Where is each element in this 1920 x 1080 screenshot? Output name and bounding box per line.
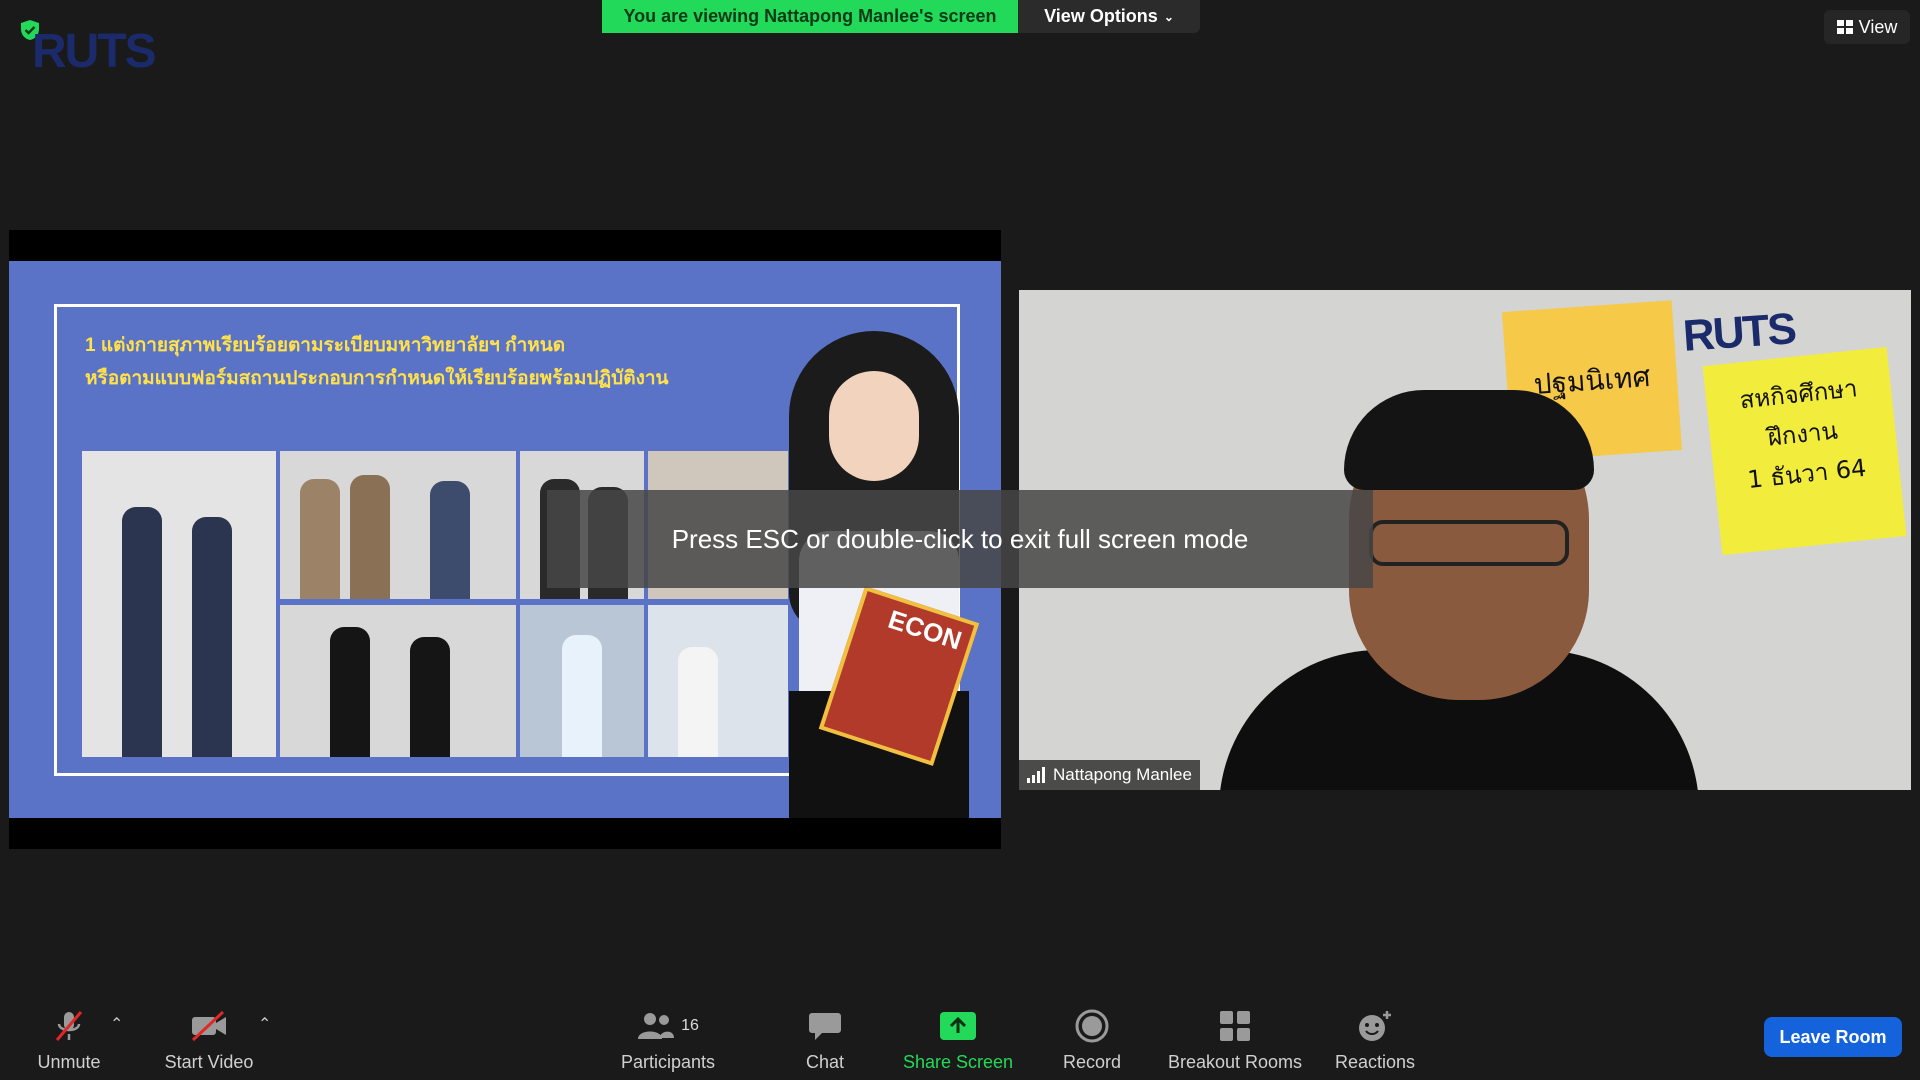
sticky-note-internship: สหกิจศึกษา ฝึกงาน 1 ธันวา 64 xyxy=(1702,346,1907,556)
person-hair xyxy=(1344,390,1594,490)
breakout-rooms-button[interactable]: Breakout Rooms xyxy=(1160,998,1310,1080)
participants-count: 16 xyxy=(681,1017,699,1034)
logo-text: RUTS xyxy=(32,25,157,78)
video-camera-off-icon xyxy=(191,1010,226,1042)
reactions-icon xyxy=(1359,1011,1391,1041)
photo-suit-uniform xyxy=(280,605,516,757)
breakout-rooms-label: Breakout Rooms xyxy=(1167,1052,1303,1072)
chevron-down-icon: ⌄ xyxy=(1163,9,1174,24)
fullscreen-exit-hint: Press ESC or double-click to exit full s… xyxy=(547,490,1373,588)
participants-label: Participants xyxy=(620,1052,716,1072)
video-ruts-logo: RUTS xyxy=(1681,304,1796,362)
share-screen-button[interactable]: Share Screen xyxy=(898,998,1018,1080)
slide-line-2: หรือตามแบบฟอร์มสถานประกอบการกำหนดให้เรีย… xyxy=(85,368,669,389)
ruts-logo: RUTS xyxy=(32,24,157,79)
signal-strength-icon xyxy=(1027,767,1045,783)
view-options-label: View Options xyxy=(1044,6,1158,26)
slide-text: 1 แต่งกายสุภาพเรียบร้อยตามระเบียบมหาวิทย… xyxy=(85,329,669,395)
share-screen-label: Share Screen xyxy=(902,1052,1014,1072)
chat-bubble-icon xyxy=(809,1013,841,1040)
leave-room-button[interactable]: Leave Room xyxy=(1764,1017,1902,1057)
viewing-screen-banner: You are viewing Nattapong Manlee's scree… xyxy=(602,0,1018,33)
reactions-button[interactable]: Reactions xyxy=(1330,998,1420,1080)
share-screen-icon xyxy=(940,1012,976,1040)
video-options-caret-icon[interactable]: ⌃ xyxy=(258,1014,271,1034)
participant-name: Nattapong Manlee xyxy=(1053,765,1192,784)
meeting-toolbar: Unmute ⌃ Start Video ⌃ 16 Participants C… xyxy=(0,998,1920,1080)
start-video-button[interactable]: Start Video xyxy=(156,998,262,1080)
participant-name-tag: Nattapong Manlee xyxy=(1019,760,1200,790)
microphone-muted-icon xyxy=(55,1011,83,1041)
banner-text: You are viewing Nattapong Manlee's scree… xyxy=(623,6,997,26)
photo-navy-uniform xyxy=(648,605,788,757)
photo-nurse-uniform xyxy=(520,605,644,757)
video-logo-text: RUTS xyxy=(1681,304,1797,361)
view-button[interactable]: View xyxy=(1824,10,1910,44)
record-button[interactable]: Record xyxy=(1054,998,1130,1080)
audio-options-caret-icon[interactable]: ⌃ xyxy=(110,1014,123,1034)
view-label: View xyxy=(1858,16,1898,37)
view-options-button[interactable]: View Options ⌄ xyxy=(1018,0,1200,33)
leave-room-label: Leave Room xyxy=(1779,1026,1887,1047)
slide-line-1: 1 แต่งกายสุภาพเรียบร้อยตามระเบียบมหาวิทย… xyxy=(85,335,566,356)
grid-view-icon xyxy=(1836,20,1853,34)
participants-button[interactable]: 16 Participants xyxy=(614,998,722,1080)
photo-workshop-uniform xyxy=(280,451,516,599)
reactions-label: Reactions xyxy=(1334,1052,1416,1072)
chat-button[interactable]: Chat xyxy=(790,998,860,1080)
record-label: Record xyxy=(1062,1052,1122,1072)
participants-icon xyxy=(638,1013,675,1039)
unmute-button[interactable]: Unmute xyxy=(26,998,112,1080)
start-video-label: Start Video xyxy=(164,1052,254,1072)
chat-label: Chat xyxy=(805,1052,845,1072)
breakout-rooms-icon xyxy=(1220,1011,1250,1041)
unmute-label: Unmute xyxy=(37,1052,101,1072)
photo-coverall-uniform xyxy=(82,451,276,757)
glasses xyxy=(1369,520,1569,566)
record-icon xyxy=(1075,1009,1109,1043)
esc-message: Press ESC or double-click to exit full s… xyxy=(671,523,1249,554)
